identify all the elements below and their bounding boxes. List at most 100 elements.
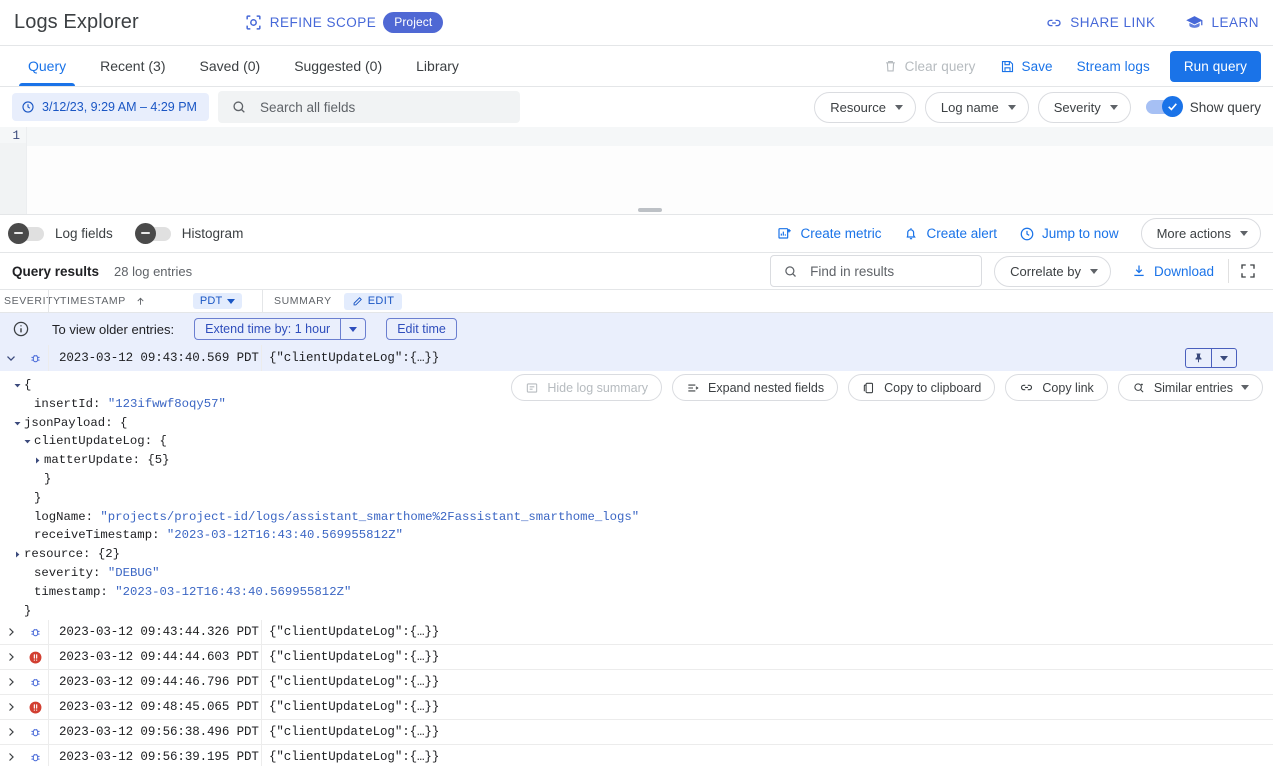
log-row[interactable]: 2023-03-12 09:56:39.195 PDT{"clientUpdat… [0, 745, 1273, 766]
histogram-toggle[interactable]: Histogram [139, 226, 244, 241]
run-query-button[interactable]: Run query [1170, 51, 1261, 82]
create-alert-button[interactable]: Create alert [903, 226, 997, 242]
correlate-by-dropdown[interactable]: Correlate by [994, 256, 1111, 287]
severity-filter-dropdown[interactable]: Severity [1038, 92, 1131, 123]
collapse-row-toggle[interactable] [0, 351, 22, 365]
log-row[interactable]: 2023-03-12 09:48:45.065 PDT{"clientUpdat… [0, 695, 1273, 720]
json-line: } [10, 470, 1273, 489]
search-input[interactable] [258, 99, 507, 116]
json-expand-right-icon[interactable] [10, 545, 24, 559]
search-all-fields-box[interactable] [218, 91, 520, 123]
edit-summary-fields-button[interactable]: EDIT [344, 293, 403, 310]
json-line-text: { [24, 376, 31, 395]
query-editor[interactable]: 1 [0, 127, 1273, 215]
json-expand-down-icon[interactable] [20, 432, 34, 446]
chevron-down-icon [1220, 356, 1228, 361]
tab-recent[interactable]: Recent (3) [83, 46, 182, 86]
show-query-control[interactable]: Show query [1146, 100, 1261, 115]
create-alert-label: Create alert [926, 226, 997, 241]
histogram-label: Histogram [182, 226, 244, 241]
search-icon [231, 99, 247, 115]
extend-time-button[interactable]: Extend time by: 1 hour [194, 318, 340, 340]
row-divider [48, 745, 49, 766]
summary-label: SUMMARY [274, 295, 332, 307]
similar-entries-dropdown[interactable]: Similar entries [1118, 374, 1263, 401]
expand-row-toggle[interactable] [0, 725, 22, 739]
trash-icon [883, 59, 898, 74]
extend-time-dropdown[interactable] [340, 318, 366, 340]
json-line-text: matterUpdate: {5} [44, 451, 169, 470]
json-expand-right-icon[interactable] [30, 451, 44, 465]
find-in-results-box[interactable] [770, 255, 982, 287]
create-metric-button[interactable]: Create metric [777, 226, 881, 242]
expand-row-toggle[interactable] [0, 650, 22, 664]
editor-text-area[interactable] [27, 127, 1273, 214]
tab-saved[interactable]: Saved (0) [182, 46, 277, 86]
pin-dropdown-button[interactable] [1211, 348, 1237, 368]
expand-nested-fields-button[interactable]: Expand nested fields [672, 374, 838, 401]
row-divider [261, 620, 262, 644]
log-row-summary: {"clientUpdateLog":{…}} [263, 650, 1273, 664]
panel-toggle-bar: Log fields Histogram Create metric Creat [0, 215, 1273, 253]
tab-library[interactable]: Library [399, 46, 476, 86]
time-range-picker[interactable]: 3/12/23, 9:29 AM – 4:29 PM [12, 93, 209, 121]
pin-icon-button[interactable] [1185, 348, 1211, 368]
page-title: Logs Explorer [14, 11, 139, 34]
jump-to-now-button[interactable]: Jump to now [1019, 226, 1119, 242]
stream-logs-button[interactable]: Stream logs [1065, 59, 1162, 74]
show-query-switch[interactable] [1146, 100, 1180, 114]
row-divider [261, 645, 262, 669]
expand-row-toggle[interactable] [0, 625, 22, 639]
histogram-switch[interactable] [139, 227, 171, 241]
clear-query-label: Clear query [905, 59, 976, 74]
expand-row-toggle[interactable] [0, 675, 22, 689]
stream-logs-label: Stream logs [1077, 59, 1150, 74]
scope-target-icon [244, 13, 263, 32]
log-fields-switch[interactable] [12, 227, 44, 241]
refine-scope-button[interactable]: REFINE SCOPE Project [244, 12, 444, 33]
json-expand-down-icon[interactable] [10, 414, 24, 428]
find-in-results-input[interactable] [808, 263, 989, 280]
expand-row-toggle[interactable] [0, 700, 22, 714]
column-header-timestamp[interactable]: TIMESTAMP PDT [49, 293, 262, 309]
row-divider [48, 645, 49, 669]
timestamp-label: TIMESTAMP [60, 295, 126, 307]
copy-link-button[interactable]: Copy link [1005, 374, 1107, 401]
fullscreen-button[interactable] [1239, 262, 1257, 280]
json-line: matterUpdate: {5} [10, 451, 1273, 470]
log-entries-table: 2023-03-12 09:43:40.569 PDT {"clientUpda… [0, 345, 1273, 766]
learn-button[interactable]: LEARN [1185, 13, 1259, 32]
json-expand-down-icon[interactable] [10, 376, 24, 390]
log-row-selected[interactable]: 2023-03-12 09:43:40.569 PDT {"clientUpda… [0, 345, 1273, 371]
pin-entry-group[interactable] [1185, 348, 1237, 368]
create-metric-label: Create metric [800, 226, 881, 241]
save-button[interactable]: Save [988, 59, 1065, 74]
json-line-text: clientUpdateLog: { [34, 432, 167, 451]
timezone-dropdown[interactable]: PDT [193, 293, 243, 309]
log-row[interactable]: 2023-03-12 09:56:38.496 PDT{"clientUpdat… [0, 720, 1273, 745]
more-actions-dropdown[interactable]: More actions [1141, 218, 1261, 249]
log-name-filter-dropdown[interactable]: Log name [925, 92, 1029, 123]
resource-filter-dropdown[interactable]: Resource [814, 92, 916, 123]
editor-gutter: 1 [0, 127, 27, 214]
editor-line-number: 1 [0, 127, 26, 143]
share-link-button[interactable]: SHARE LINK [1045, 14, 1155, 32]
extend-time-split-button[interactable]: Extend time by: 1 hour [194, 318, 366, 340]
editor-resize-handle[interactable] [638, 208, 662, 212]
log-row-timestamp: 2023-03-12 09:43:44.326 PDT [48, 625, 263, 639]
tab-suggested[interactable]: Suggested (0) [277, 46, 399, 86]
severity-icon-debug [22, 751, 48, 764]
log-row[interactable]: 2023-03-12 09:44:46.796 PDT{"clientUpdat… [0, 670, 1273, 695]
json-line: timestamp: "2023-03-12T16:43:40.56995581… [10, 583, 1273, 602]
link-icon [1045, 14, 1063, 32]
sort-asc-arrow-icon[interactable] [135, 296, 146, 307]
log-row[interactable]: 2023-03-12 09:43:44.326 PDT{"clientUpdat… [0, 620, 1273, 645]
download-button[interactable]: Download [1131, 263, 1214, 279]
copy-to-clipboard-button[interactable]: Copy to clipboard [848, 374, 995, 401]
log-fields-toggle[interactable]: Log fields [12, 226, 113, 241]
timezone-label: PDT [200, 295, 223, 307]
log-row[interactable]: 2023-03-12 09:44:44.603 PDT{"clientUpdat… [0, 645, 1273, 670]
expand-row-toggle[interactable] [0, 750, 22, 764]
tab-query[interactable]: Query [11, 46, 83, 86]
edit-time-button[interactable]: Edit time [386, 318, 457, 340]
